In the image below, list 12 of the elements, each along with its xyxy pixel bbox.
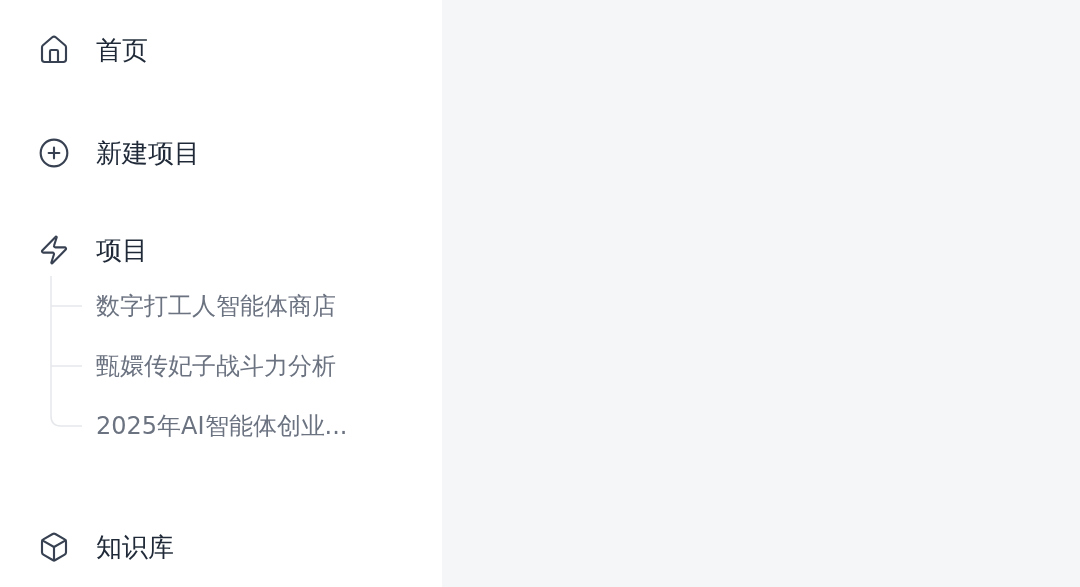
nav-item[interactable]: 首页 — [96, 32, 148, 68]
project-item[interactable]: 数字打工人智能体商店 — [96, 290, 336, 322]
tree-connector — [50, 276, 83, 336]
nav-item[interactable]: 知识库 — [96, 529, 174, 565]
project-item[interactable]: 2025年AI智能体创业... — [96, 410, 348, 442]
project-item[interactable]: 甄嬛传妃子战斗力分析 — [96, 350, 336, 382]
plus-circle-icon — [38, 137, 70, 169]
nav-item[interactable]: 项目 — [96, 232, 148, 268]
home-icon — [38, 34, 70, 66]
cube-icon — [38, 531, 70, 563]
nav-item[interactable]: 新建项目 — [96, 135, 200, 171]
lightning-icon — [38, 234, 70, 266]
